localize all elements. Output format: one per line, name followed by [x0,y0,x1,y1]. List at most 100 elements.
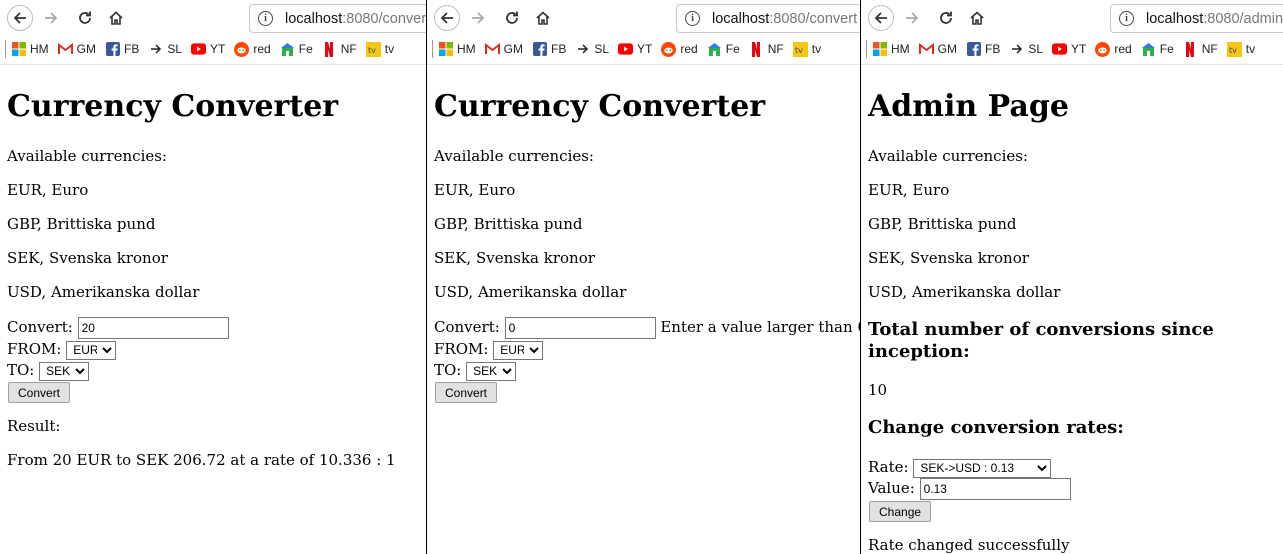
bookmark-label: FB [124,42,140,56]
bookmark-tv[interactable]: tv tv [1226,41,1256,57]
bookmark-tv[interactable]: tv tv [792,41,821,57]
from-currency-select[interactable]: EUR [66,340,117,360]
reload-icon [940,11,952,24]
netflix-icon [749,41,764,57]
youtube-icon [191,42,207,57]
reload-button[interactable] [75,8,95,28]
address-bar[interactable]: i localhost:8080/convert [676,4,860,33]
back-button[interactable] [7,5,33,31]
forward-button[interactable] [902,8,922,28]
gmail-icon [484,42,500,57]
bookmark-sl[interactable]: SL [148,42,182,57]
forward-button[interactable] [468,8,488,28]
bookmarks-bar: HM GM FB SL YT red Fe NF tv tv [432,38,830,60]
convert-label: Convert: [434,318,500,336]
amount-input[interactable] [77,317,229,339]
reload-button[interactable] [502,8,522,28]
bookmark-fe[interactable]: Fe [1141,42,1174,57]
bookmark-label: YT [210,42,226,56]
home-button[interactable] [967,8,987,28]
feedly-icon [280,42,295,57]
feedly-icon [1141,42,1156,57]
amount-input[interactable] [504,317,656,339]
info-icon[interactable]: i [685,11,700,26]
bookmarks-separator [866,40,867,58]
ms-tiles-icon [11,42,26,57]
bookmark-sl[interactable]: SL [1009,42,1043,57]
info-icon[interactable]: i [258,11,273,26]
address-bar[interactable]: i localhost:8080/admin [1110,4,1283,33]
result-label: Result: [7,417,61,435]
reload-icon [79,11,91,24]
convert-button[interactable]: Convert [8,382,71,403]
bookmark-gm[interactable]: GM [918,42,957,57]
bookmark-label: Fe [1159,42,1174,56]
bookmark-fe[interactable]: Fe [280,42,313,57]
bookmark-nf[interactable]: NF [749,41,784,57]
available-currencies-label: Available currencies: [434,147,594,165]
bookmark-sl[interactable]: SL [575,42,609,57]
bookmark-red[interactable]: red [1095,41,1132,57]
value-label: Value: [868,479,915,497]
forward-arrow-icon [45,12,58,24]
bookmark-hm[interactable]: HM [872,42,910,57]
bookmark-label: SL [167,42,183,56]
home-icon [109,11,123,25]
bookmark-label: tv [1245,42,1256,56]
bookmark-hm[interactable]: HM [438,42,476,57]
address-bar[interactable]: i localhost:8080/convert [249,4,426,33]
home-button[interactable] [106,8,126,28]
bookmark-tv[interactable]: tv tv [365,41,394,57]
home-button[interactable] [533,8,553,28]
bookmark-yt[interactable]: YT [618,42,652,57]
bookmark-fb[interactable]: FB [105,42,139,57]
currency-item: USD, Amerikanska dollar [868,283,1061,301]
bookmark-label: YT [637,42,653,56]
ms-tiles-icon [872,42,887,57]
bookmark-label: NF [340,42,357,56]
bookmark-red[interactable]: red [661,41,698,57]
bookmark-fb[interactable]: FB [966,42,1000,57]
currency-item: EUR, Euro [868,181,950,199]
result-text: From 20 EUR to SEK 206.72 at a rate of 1… [7,451,396,469]
currency-item: GBP, Brittiska pund [434,215,583,233]
rate-select[interactable]: SEK->USD : 0.13 [913,458,1052,478]
forward-arrow-icon [906,12,919,24]
bookmark-gm[interactable]: GM [484,42,524,57]
bookmark-yt[interactable]: YT [191,42,225,57]
bookmark-nf[interactable]: NF [322,41,357,57]
rate-value-input[interactable] [919,478,1071,500]
bookmark-nf[interactable]: NF [1183,41,1218,57]
bookmarks-separator [5,40,6,58]
forward-button[interactable] [41,8,61,28]
url-path: :8080/admin [1203,10,1283,27]
change-rates-heading: Change conversion rates: [868,417,1124,438]
svg-text:tv: tv [1229,46,1237,55]
bookmark-gm[interactable]: GM [57,42,96,57]
bookmarks-bar: HM GM FB SL YT red Fe NF tv tv [5,38,403,60]
bookmark-yt[interactable]: YT [1052,42,1086,57]
gmail-icon [918,42,934,57]
bookmark-fb[interactable]: FB [532,42,566,57]
bookmark-label: HM [457,42,476,56]
back-button[interactable] [434,5,460,31]
from-currency-select[interactable]: EUR [493,340,544,360]
info-icon[interactable]: i [1119,11,1134,26]
bookmark-label: GM [503,42,524,56]
rate-label: Rate: [868,458,909,476]
to-currency-select[interactable]: SEK [466,361,517,381]
back-button[interactable] [868,5,894,31]
to-currency-select[interactable]: SEK [39,361,90,381]
convert-button[interactable]: Convert [435,382,498,403]
reload-button[interactable] [936,8,956,28]
convert-form: Convert: Enter a value larger than 0 FRO… [434,317,860,403]
bookmark-label: red [253,42,271,56]
currency-item: SEK, Svenska kronor [868,249,1029,267]
bookmark-label: Fe [298,42,313,56]
change-button[interactable]: Change [869,501,932,522]
page-title: Admin Page [868,89,1069,124]
status-message: Rate changed successfully [868,536,1070,554]
bookmark-hm[interactable]: HM [11,42,49,57]
bookmark-fe[interactable]: Fe [707,42,740,57]
bookmark-red[interactable]: red [234,41,271,57]
